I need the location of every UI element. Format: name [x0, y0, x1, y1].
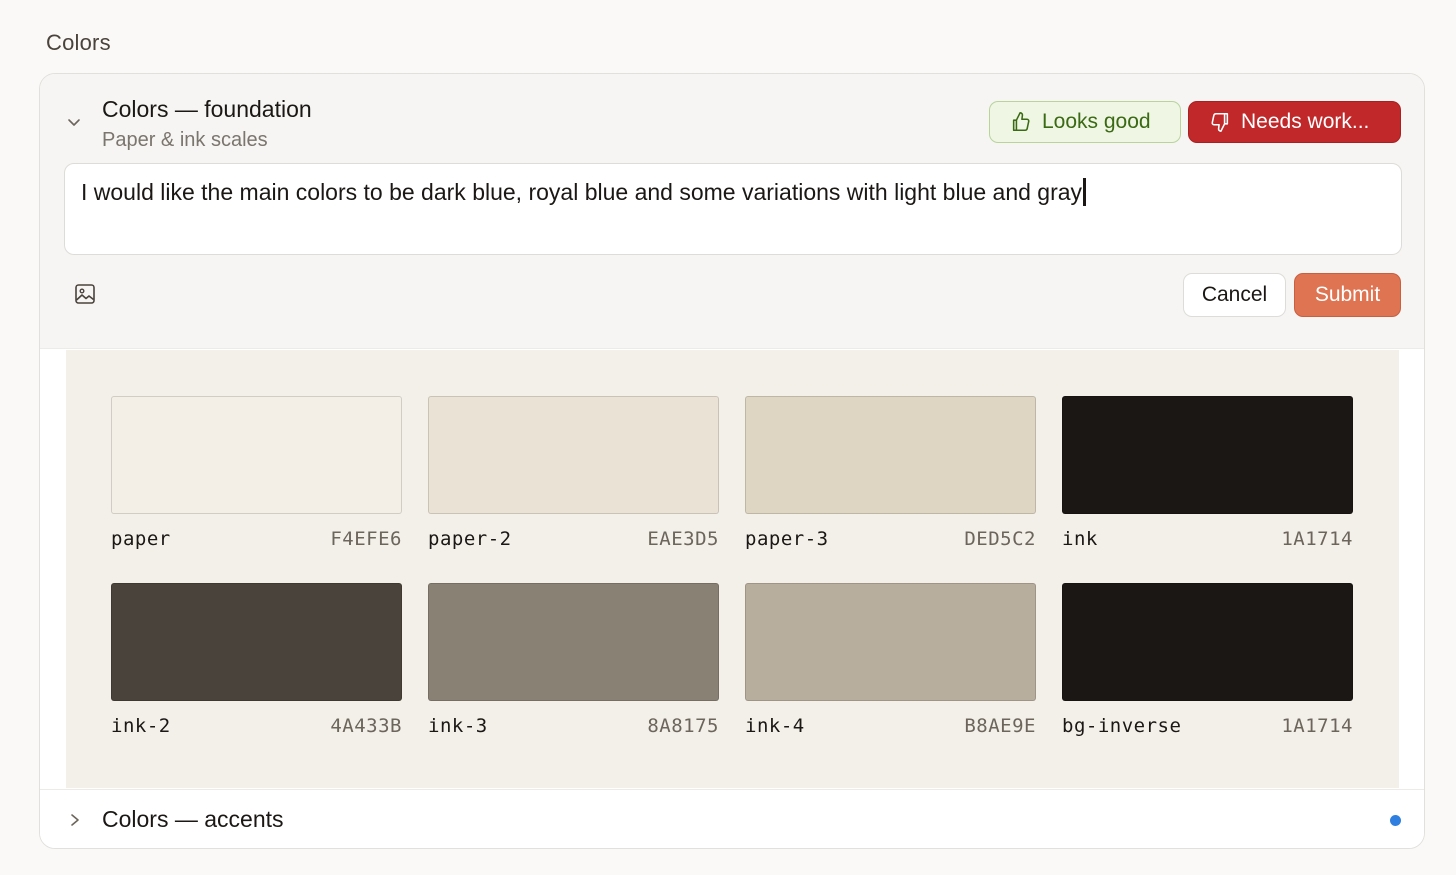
swatch-name: ink-4 [745, 715, 805, 737]
swatch-item: paper F4EFE6 [111, 396, 402, 550]
thumbs-up-icon [1012, 112, 1030, 132]
swatch-name: ink-2 [111, 715, 171, 737]
color-swatch [111, 396, 402, 514]
swatch-hex: 1A1714 [1281, 528, 1353, 550]
review-header: Colors — foundation Paper & ink scales L… [40, 74, 1424, 349]
colors-foundation-card: Colors — foundation Paper & ink scales L… [39, 73, 1425, 849]
color-swatch [428, 396, 719, 514]
looks-good-label: Looks good [1042, 110, 1151, 133]
color-swatch [1062, 396, 1353, 514]
needs-work-label: Needs work... [1241, 110, 1370, 133]
swatch-item: ink-4 B8AE9E [745, 583, 1036, 737]
swatch-name: ink-3 [428, 715, 488, 737]
swatch-item: ink-2 4A433B [111, 583, 402, 737]
status-dot [1390, 815, 1401, 826]
swatch-item: ink-3 8A8175 [428, 583, 719, 737]
swatch-name: paper-3 [745, 528, 829, 550]
colors-accents-row[interactable]: Colors — accents [40, 789, 1424, 848]
section-title: Colors [46, 30, 111, 55]
swatch-name: paper-2 [428, 528, 512, 550]
needs-work-button[interactable]: Needs work... [1188, 101, 1401, 143]
text-caret [1083, 178, 1087, 206]
feedback-text: I would like the main colors to be dark … [81, 179, 1083, 205]
swatch-item: ink 1A1714 [1062, 396, 1353, 550]
color-swatch [428, 583, 719, 701]
looks-good-button[interactable]: Looks good [989, 101, 1181, 143]
swatch-name: paper [111, 528, 171, 550]
color-swatch [111, 583, 402, 701]
swatch-hex: 8A8175 [647, 715, 719, 737]
cancel-button[interactable]: Cancel [1183, 273, 1286, 317]
swatch-grid: paper F4EFE6 paper-2 EAE3D5 paper-3 DED5C2 … [66, 350, 1399, 788]
swatch-name: ink [1062, 528, 1098, 550]
color-swatch [745, 396, 1036, 514]
swatch-hex: 4A433B [330, 715, 402, 737]
swatch-hex: 1A1714 [1281, 715, 1353, 737]
accents-title: Colors — accents [102, 806, 284, 832]
swatch-hex: F4EFE6 [330, 528, 402, 550]
swatch-item: paper-3 DED5C2 [745, 396, 1036, 550]
swatch-name: bg-inverse [1062, 715, 1182, 737]
chevron-down-icon[interactable] [66, 114, 82, 130]
swatch-hex: B8AE9E [964, 715, 1036, 737]
card-title: Colors — foundation [102, 96, 312, 122]
color-swatch [745, 583, 1036, 701]
swatch-item: bg-inverse 1A1714 [1062, 583, 1353, 737]
color-swatch [1062, 583, 1353, 701]
thumbs-down-icon [1211, 112, 1229, 132]
card-subtitle: Paper & ink scales [102, 129, 268, 151]
chevron-right-icon[interactable] [68, 812, 82, 828]
attach-image-icon[interactable] [74, 283, 96, 305]
submit-button[interactable]: Submit [1294, 273, 1401, 317]
swatch-hex: DED5C2 [964, 528, 1036, 550]
swatch-item: paper-2 EAE3D5 [428, 396, 719, 550]
swatch-hex: EAE3D5 [647, 528, 719, 550]
feedback-textarea[interactable]: I would like the main colors to be dark … [64, 163, 1402, 255]
